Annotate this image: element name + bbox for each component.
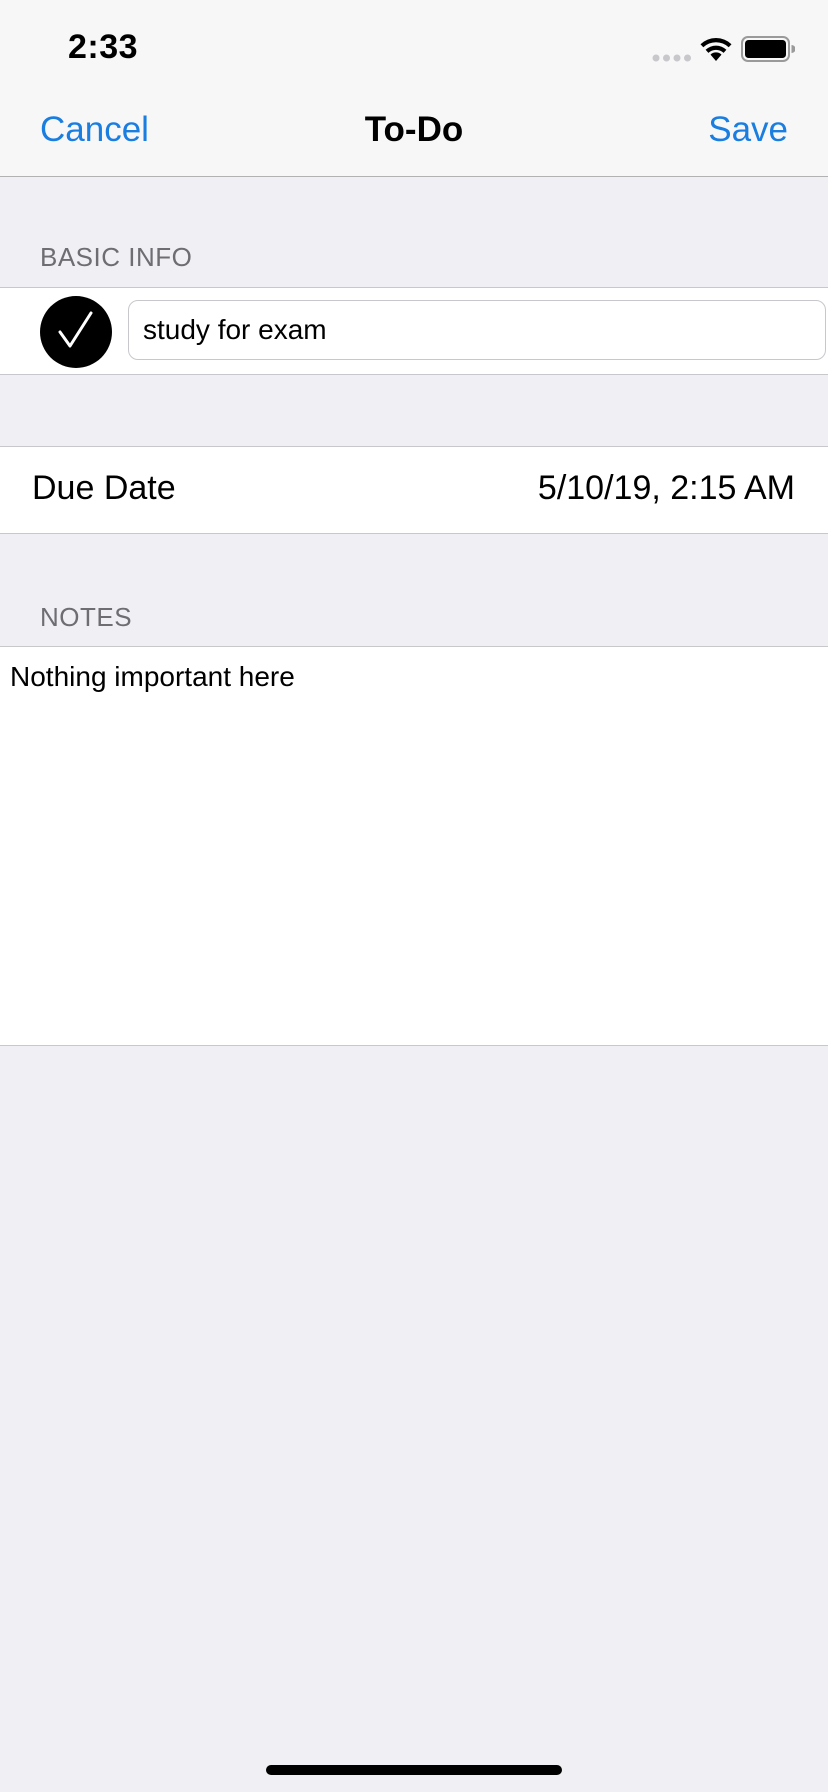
home-indicator [266,1765,562,1775]
completed-checkbox[interactable] [40,296,112,368]
battery-icon [741,36,795,62]
status-bar: 2:33 [0,0,828,88]
checkmark-icon [58,311,93,348]
due-date-value[interactable]: 5/10/19, 2:15 AM [538,469,795,508]
save-button[interactable]: Save [708,110,788,150]
notes-text: Nothing important here [10,661,295,692]
section-header-notes: NOTES [40,602,133,632]
status-time: 2:33 [68,28,139,66]
title-input[interactable] [128,300,826,360]
wifi-icon [700,38,732,61]
cancel-button[interactable]: Cancel [40,110,149,150]
basic-info-cell [0,287,828,375]
signal-icon [652,54,691,62]
navigation-bar: To-Do Cancel Save [0,88,828,177]
notes-text-area[interactable]: Nothing important here [0,646,828,1046]
due-date-label: Due Date [32,469,176,507]
section-header-basic-info: BASIC INFO [40,242,193,272]
due-date-cell[interactable]: Due Date 5/10/19, 2:15 AM [0,446,828,534]
